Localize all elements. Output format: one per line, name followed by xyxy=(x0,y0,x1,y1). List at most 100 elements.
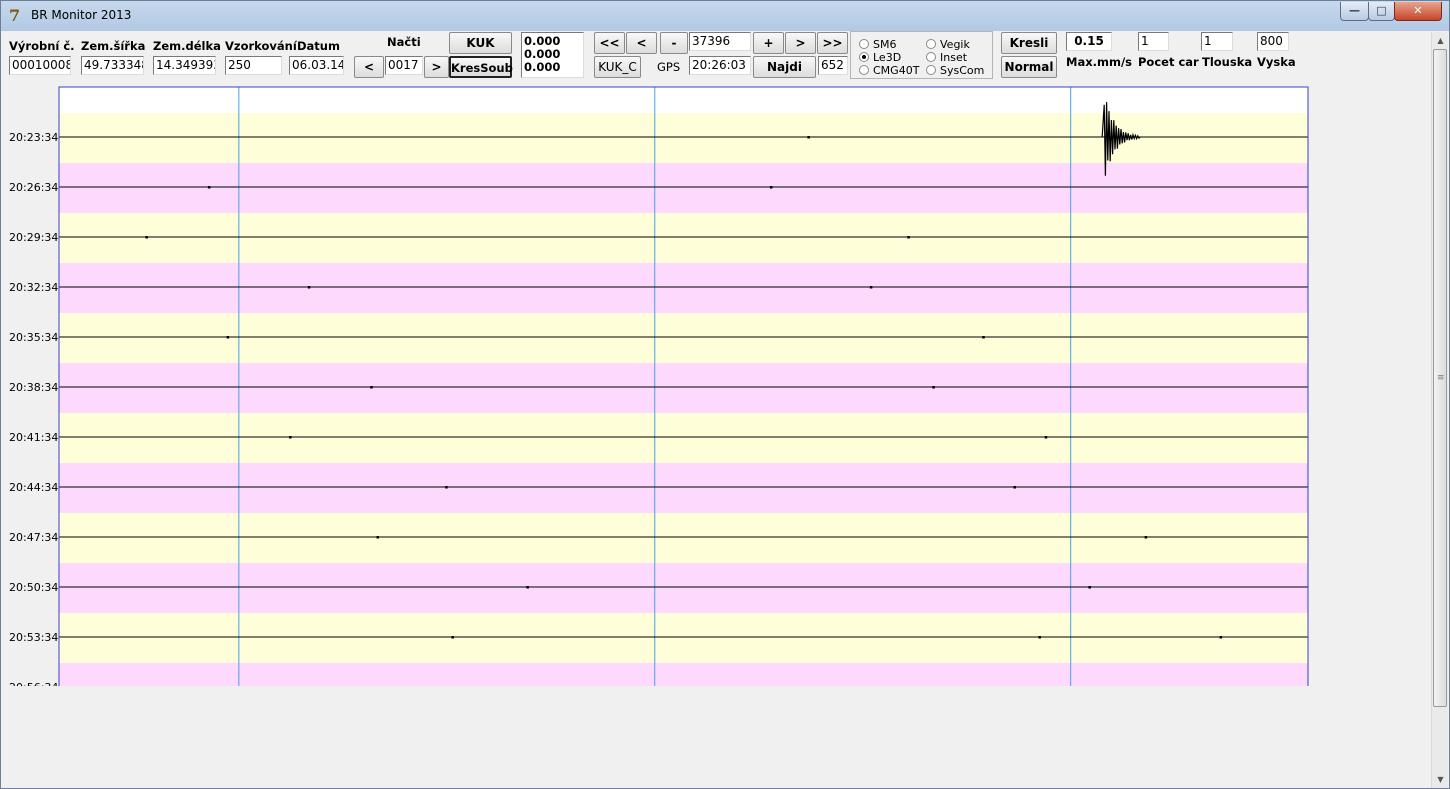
sampling-label: Vzorkování xyxy=(225,39,297,53)
kuk-c-button[interactable]: KUK_C xyxy=(594,56,641,78)
time-axis-label: 20:38:34 xyxy=(9,381,58,394)
window-title: BR Monitor 2013 xyxy=(31,8,132,22)
thickness-field[interactable]: 1 xyxy=(1201,32,1233,51)
sensor-option-inset[interactable]: Inset xyxy=(926,51,967,64)
draw-button[interactable]: Kresli xyxy=(1001,32,1057,54)
signal-tick xyxy=(1219,636,1223,639)
radio-icon xyxy=(926,39,936,49)
normal-button[interactable]: Normal xyxy=(1001,56,1057,78)
find-button[interactable]: Najdi xyxy=(753,56,816,78)
date-field[interactable]: 06.03.14 xyxy=(289,56,344,75)
signal-tick xyxy=(807,136,810,139)
prev-button[interactable]: < xyxy=(626,32,657,54)
load-label: Načti xyxy=(387,35,421,49)
offset-z: 0.000 xyxy=(524,60,561,74)
first-button[interactable]: << xyxy=(594,32,625,54)
longitude-field[interactable]: 14.349393 xyxy=(153,56,216,75)
serial-field[interactable]: 00010008 xyxy=(9,56,71,75)
time-axis-label: 20:35:34 xyxy=(9,331,58,344)
time-axis-label: 20:56:34 xyxy=(9,681,58,686)
signal-tick xyxy=(451,636,454,639)
signal-tick xyxy=(145,236,148,239)
scroll-up-icon[interactable]: ▲ xyxy=(1432,32,1449,49)
radio-icon xyxy=(926,52,936,62)
date-label: Datum xyxy=(297,39,340,53)
offsets-box[interactable]: 0.000 0.000 0.000 xyxy=(521,32,584,78)
maximize-button[interactable]: □ xyxy=(1368,2,1395,21)
signal-tick xyxy=(1144,536,1148,539)
sensor-option-cmg40t[interactable]: CMG40T xyxy=(859,64,919,77)
vertical-scrollbar[interactable]: ▲ ≡ ▼ xyxy=(1431,32,1448,788)
gps-time-field[interactable]: 20:26:03 xyxy=(689,56,751,75)
draw-file-button[interactable]: KresSoub xyxy=(449,56,513,78)
signal-tick xyxy=(207,186,211,189)
time-axis-label: 20:32:34 xyxy=(9,281,58,294)
last-button[interactable]: >> xyxy=(817,32,848,54)
row-band xyxy=(59,213,1308,263)
toolbar: Výrobní č. 00010008 Zem.šířka 49.733348 … xyxy=(1,31,1431,86)
thickness-label: Tlouska xyxy=(1202,55,1253,69)
time-axis-label: 20:41:34 xyxy=(9,431,58,444)
latitude-label: Zem.šířka xyxy=(81,39,146,53)
radio-icon xyxy=(859,65,869,75)
time-axis-label: 20:26:34 xyxy=(9,181,58,194)
sensor-option-le3d[interactable]: Le3D xyxy=(859,51,901,64)
signal-tick xyxy=(932,386,935,389)
sensor-option-vegik[interactable]: Vegik xyxy=(926,38,970,51)
signal-tick xyxy=(307,286,311,289)
file-number-field[interactable]: 0017 xyxy=(385,56,423,75)
time-axis-label: 20:47:34 xyxy=(9,531,58,544)
max-value-field[interactable]: 0.15 xyxy=(1066,32,1112,51)
row-band xyxy=(59,563,1308,613)
signal-tick xyxy=(1038,636,1041,639)
time-axis-label: 20:44:34 xyxy=(9,481,58,494)
row-band xyxy=(59,463,1308,513)
signal-tick xyxy=(526,586,529,589)
lines-count-label: Pocet car xyxy=(1138,55,1199,69)
time-axis-label: 20:53:34 xyxy=(9,631,58,644)
longitude-label: Zem.délka xyxy=(153,39,221,53)
lines-count-field[interactable]: 1 xyxy=(1138,32,1169,51)
minimize-button[interactable]: — xyxy=(1340,2,1369,21)
row-band xyxy=(59,663,1308,686)
height-field[interactable]: 800 xyxy=(1257,32,1289,51)
minus-button[interactable]: - xyxy=(660,32,688,54)
serial-label: Výrobní č. xyxy=(9,39,75,53)
row-band xyxy=(59,313,1308,363)
signal-tick xyxy=(907,236,910,239)
signal-tick xyxy=(1013,486,1016,489)
row-band xyxy=(59,413,1308,463)
signal-tick xyxy=(289,436,292,439)
file-prev-button[interactable]: < xyxy=(354,56,384,78)
row-band xyxy=(59,163,1308,213)
time-axis-label: 20:23:34 xyxy=(9,131,58,144)
close-button[interactable]: ✕ xyxy=(1394,2,1442,21)
seismogram-chart: 20:23:34 20:26:34 20:29:34 20:32:34 20:35:34… xyxy=(9,86,1309,686)
gps-label: GPS xyxy=(657,60,681,74)
signal-tick xyxy=(1044,436,1048,439)
row-band xyxy=(59,263,1308,313)
plus-button[interactable]: + xyxy=(753,32,784,54)
row-band xyxy=(59,513,1308,563)
signal-tick xyxy=(445,486,448,489)
signal-tick xyxy=(226,336,230,339)
position-field[interactable]: 37396 xyxy=(689,32,751,51)
find-value-field[interactable]: 652 xyxy=(818,56,848,75)
max-label: Max.mm/s xyxy=(1066,55,1133,69)
signal-tick xyxy=(1088,586,1091,589)
kuk-button[interactable]: KUK xyxy=(449,32,512,54)
latitude-field[interactable]: 49.733348 xyxy=(81,56,144,75)
scroll-down-icon[interactable]: ▼ xyxy=(1432,771,1449,788)
time-axis-label: 20:29:34 xyxy=(9,231,58,244)
signal-tick xyxy=(869,286,873,289)
scroll-thumb[interactable]: ≡ xyxy=(1433,49,1447,707)
app-window: 7 BR Monitor 2013 — □ ✕ Výrobní č. 00010… xyxy=(0,0,1450,789)
file-next-button[interactable]: > xyxy=(424,56,449,78)
next-button[interactable]: > xyxy=(785,32,816,54)
title-bar[interactable]: 7 BR Monitor 2013 — □ ✕ xyxy=(1,1,1449,31)
time-axis-label: 20:50:34 xyxy=(9,581,58,594)
sampling-field[interactable]: 250 xyxy=(225,56,282,75)
sensor-option-sm6[interactable]: SM6 xyxy=(859,38,896,51)
sensor-option-syscom[interactable]: SysCom xyxy=(926,64,984,77)
row-band xyxy=(59,613,1308,663)
